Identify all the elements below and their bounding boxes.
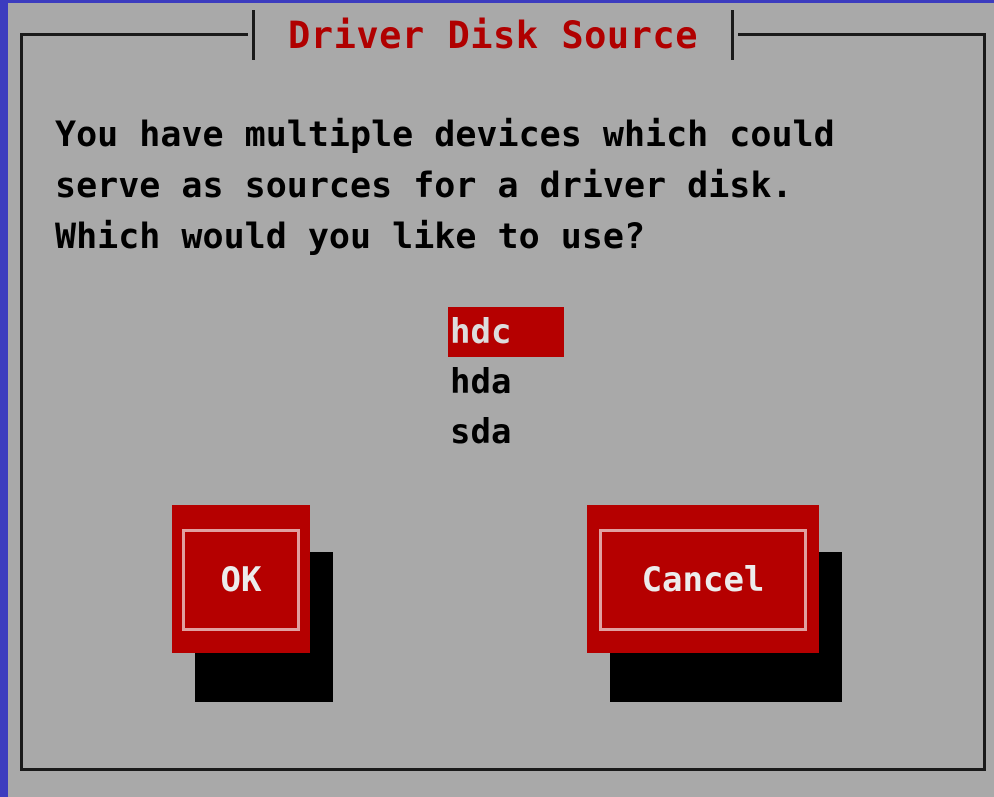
ok-button-face: OK — [182, 529, 300, 631]
message-line: serve as sources for a driver disk. — [55, 166, 793, 206]
title-separator-left — [252, 10, 255, 60]
title-separator-right — [731, 10, 734, 60]
device-listbox[interactable]: hdc hda sda — [448, 307, 568, 457]
device-item-hdc[interactable]: hdc — [448, 307, 564, 357]
cancel-button-label: Cancel — [641, 560, 765, 600]
dialog-title-area: Driver Disk Source — [248, 10, 738, 60]
ok-button-label: OK — [220, 560, 262, 600]
message-line: Which would you like to use? — [55, 217, 646, 257]
cancel-button[interactable]: Cancel — [587, 505, 819, 653]
screen-edge-left — [0, 0, 8, 797]
ok-button[interactable]: OK — [172, 505, 310, 653]
device-item-sda[interactable]: sda — [448, 407, 568, 457]
dialog-title: Driver Disk Source — [288, 13, 698, 57]
device-item-hda[interactable]: hda — [448, 357, 568, 407]
dialog-message: You have multiple devices which could se… — [55, 110, 955, 263]
screen-edge-top — [0, 0, 994, 3]
message-line: You have multiple devices which could — [55, 115, 835, 155]
cancel-button-face: Cancel — [599, 529, 807, 631]
